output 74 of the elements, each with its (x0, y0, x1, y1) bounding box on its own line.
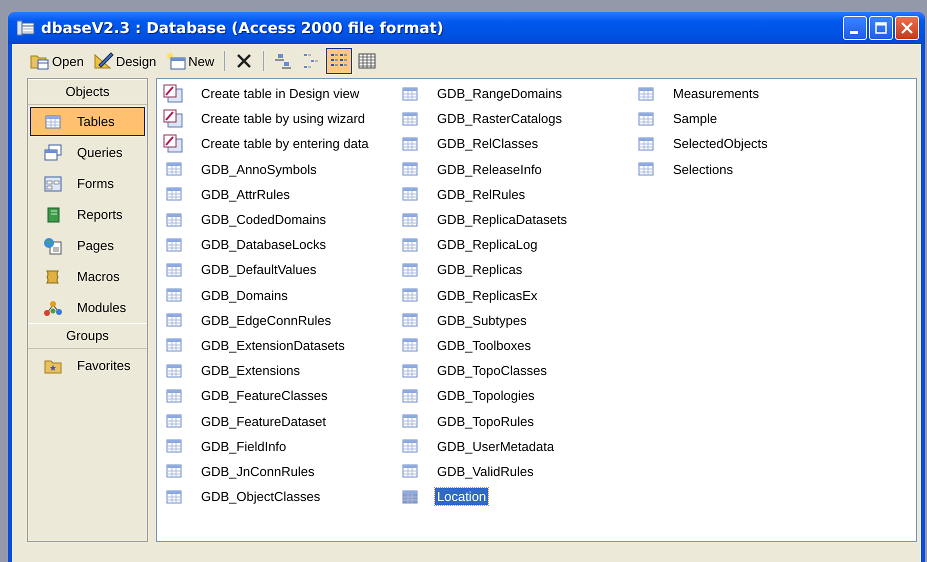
table-item[interactable]: GDB_TopoClasses (435, 362, 549, 380)
large-icons-icon (274, 52, 292, 70)
object-type-item[interactable]: Favorites (30, 351, 145, 380)
table-item[interactable]: GDB_FeatureDataset (199, 412, 328, 430)
table-item[interactable]: GDB_EdgeConnRules (199, 312, 334, 329)
table-item[interactable]: GDB_ObjectClasses (199, 488, 322, 506)
object-type-item[interactable]: Reports (30, 200, 145, 229)
wizard-table-icon (163, 84, 185, 104)
close-button[interactable] (895, 16, 919, 40)
ruler-pencil-icon (94, 52, 114, 70)
object-type-item[interactable]: Queries (30, 138, 145, 167)
table-item[interactable]: GDB_Replicas (435, 261, 524, 278)
table-item[interactable]: GDB_Domains (199, 286, 290, 304)
table-item[interactable]: Measurements (671, 85, 761, 102)
table-item[interactable]: GDB_FieldInfo (199, 438, 288, 455)
maximize-icon (875, 22, 887, 34)
table-item[interactable]: GDB_RelClasses (435, 135, 540, 152)
new-button[interactable]: New (162, 48, 218, 74)
table-item[interactable]: GDB_ValidRules (435, 462, 536, 480)
globe-page-icon (43, 236, 63, 254)
object-type-item[interactable]: Forms (30, 169, 145, 198)
table-item[interactable]: GDB_Topologies (435, 387, 537, 404)
minimize-icon (850, 31, 858, 34)
stacked-tables-icon (43, 144, 63, 162)
table-item[interactable]: GDB_ReleaseInfo (435, 160, 544, 178)
group-header[interactable]: Objects (28, 79, 147, 105)
table-item[interactable]: GDB_Toolboxes (435, 336, 533, 354)
minimize-button[interactable] (843, 16, 867, 40)
delete-icon (235, 52, 254, 70)
table-item[interactable]: GDB_ReplicaDatasets (435, 211, 570, 228)
table-item[interactable]: GDB_CodedDomains (199, 211, 328, 228)
table-item[interactable]: GDB_RelRules (435, 186, 528, 203)
table-item[interactable]: GDB_Extensions (199, 362, 302, 380)
table-item[interactable]: Sample (671, 110, 720, 128)
table-item[interactable]: SelectedObjects (671, 135, 770, 152)
wizard-table-icon (163, 108, 185, 129)
object-type-item[interactable]: Modules (30, 293, 145, 322)
table-item[interactable]: Location (435, 488, 488, 506)
table-item[interactable]: GDB_RasterCatalogs (435, 110, 564, 128)
table-item[interactable]: GDB_TopoRules (435, 412, 536, 430)
table-item[interactable]: GDB_RangeDomains (435, 85, 564, 102)
maximize-button[interactable] (869, 16, 893, 40)
database-icon (17, 20, 35, 36)
table-item[interactable]: Create table by using wizard (199, 110, 368, 128)
details-icon (358, 52, 376, 70)
table-item[interactable]: GDB_AnnoSymbols (199, 160, 319, 178)
wizard-table-icon (163, 134, 185, 154)
group-header[interactable]: Groups (28, 323, 147, 349)
object-type-item[interactable]: Macros (30, 262, 145, 291)
small-icons-icon (302, 52, 320, 70)
table-item[interactable]: GDB_DatabaseLocks (199, 236, 328, 254)
table-item[interactable]: GDB_AttrRules (199, 186, 292, 203)
table-item[interactable]: Selections (671, 160, 735, 178)
form-icon (43, 174, 63, 192)
table-item[interactable]: GDB_FeatureClasses (199, 387, 330, 404)
close-icon (901, 22, 913, 34)
table-item[interactable]: GDB_ReplicaLog (435, 236, 540, 254)
table-item[interactable]: Create table by entering data (199, 135, 371, 152)
design-button[interactable]: Design (90, 48, 160, 74)
open-button[interactable]: Open (26, 48, 88, 74)
table-item[interactable]: GDB_Subtypes (435, 312, 529, 329)
table-item[interactable]: GDB_ExtensionDatasets (199, 336, 347, 354)
molecule-icon (43, 298, 63, 316)
object-type-item[interactable]: Pages (30, 231, 145, 260)
new-table-icon (166, 52, 186, 70)
table-item[interactable]: GDB_DefaultValues (199, 261, 318, 278)
table-item[interactable]: GDB_ReplicasEx (435, 286, 540, 304)
object-type-item[interactable]: Tables (30, 107, 145, 136)
table-item[interactable]: Create table in Design view (199, 85, 362, 102)
table-item[interactable]: GDB_JnConnRules (199, 462, 316, 480)
window-title: dbaseV2.3 : Database (Access 2000 file format) (41, 19, 445, 37)
table-item[interactable]: GDB_UserMetadata (435, 438, 556, 455)
table-icon (43, 112, 63, 130)
list-button[interactable] (326, 48, 352, 74)
